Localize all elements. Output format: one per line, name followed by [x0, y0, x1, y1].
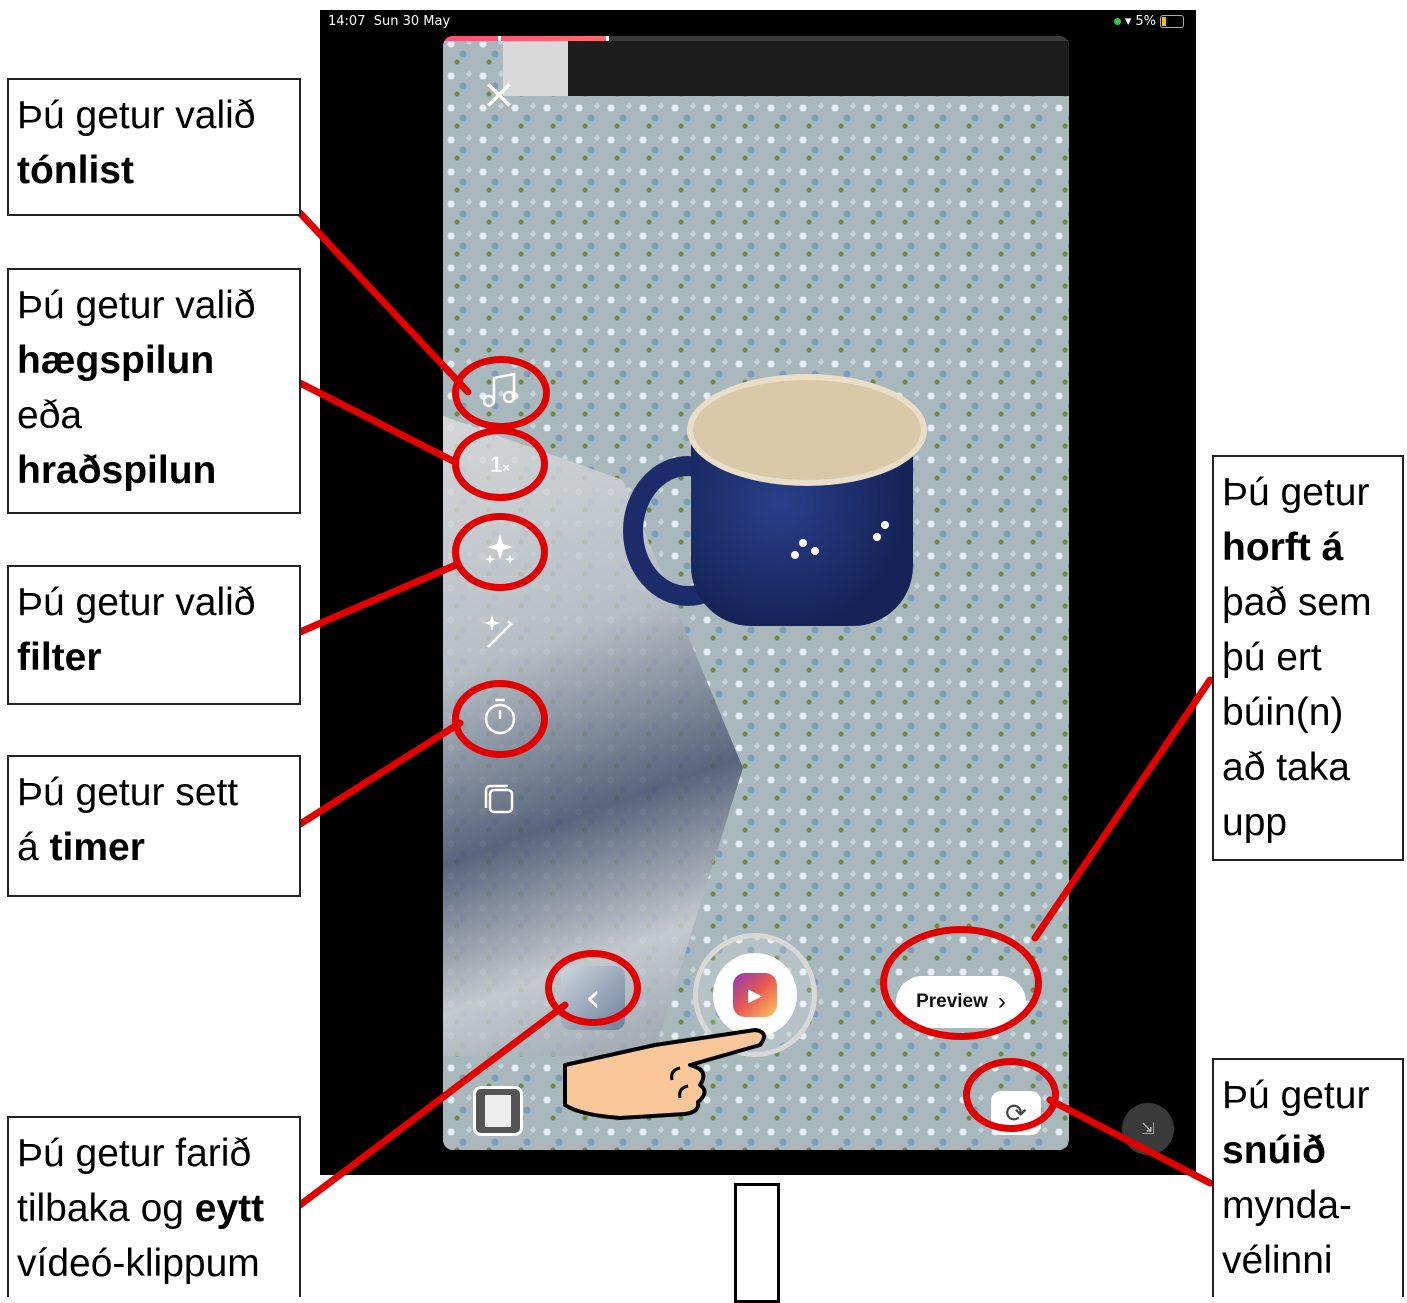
ipad-screen: 14:07 Sun 30 May ▾ 5% × 1× ‹ ▶ Preview ›…	[320, 10, 1196, 1175]
highlight-timer	[452, 680, 548, 758]
collapse-icon[interactable]: ⇲	[1122, 1103, 1174, 1155]
magic-wand-icon[interactable]	[476, 609, 524, 657]
highlight-preview	[880, 926, 1042, 1040]
recording-progress-track	[443, 36, 1069, 41]
callout-timer: Þú getur sett á timer	[7, 755, 301, 897]
callout-filter: Þú getur valið filter	[7, 565, 301, 705]
highlight-flip	[963, 1058, 1059, 1132]
highlight-effects	[452, 513, 548, 591]
gallery-thumbnail[interactable]	[473, 1086, 523, 1136]
callout-back: Þú getur farið tilbaka og eytt vídeó-kli…	[7, 1116, 301, 1297]
layout-icon[interactable]	[476, 776, 524, 824]
clip-marker	[498, 36, 501, 41]
mug-rim	[687, 374, 927, 486]
continuation-arrow-box	[734, 1183, 780, 1303]
callout-speed: Þú getur valið hægspilun eða hraðspilun	[7, 268, 301, 514]
battery-percent: 5%	[1135, 14, 1156, 29]
camera-indicator-icon	[1113, 18, 1121, 25]
callout-music: Þú getur valið tónlist	[7, 78, 301, 216]
status-time: 14:07 Sun 30 May	[328, 14, 451, 29]
battery-icon	[1160, 15, 1184, 28]
wifi-icon: ▾	[1124, 14, 1132, 29]
pointing-hand-illustration	[563, 1028, 766, 1120]
highlight-speed	[452, 427, 548, 501]
status-bar: 14:07 Sun 30 May ▾ 5%	[320, 10, 1196, 34]
background-dark-object	[568, 36, 1069, 96]
gallery-preview-image	[485, 1095, 511, 1127]
close-icon[interactable]: ×	[479, 73, 519, 115]
clip-marker	[606, 36, 609, 41]
status-right: ▾ 5%	[1113, 14, 1184, 29]
recording-progress-fill	[443, 36, 606, 41]
callout-flip: Þú getur snúið mynda- vélinni	[1212, 1058, 1404, 1297]
callout-preview: Þú getur horft á það sem þú ert búin(n) …	[1212, 455, 1404, 861]
highlight-music	[452, 356, 550, 430]
